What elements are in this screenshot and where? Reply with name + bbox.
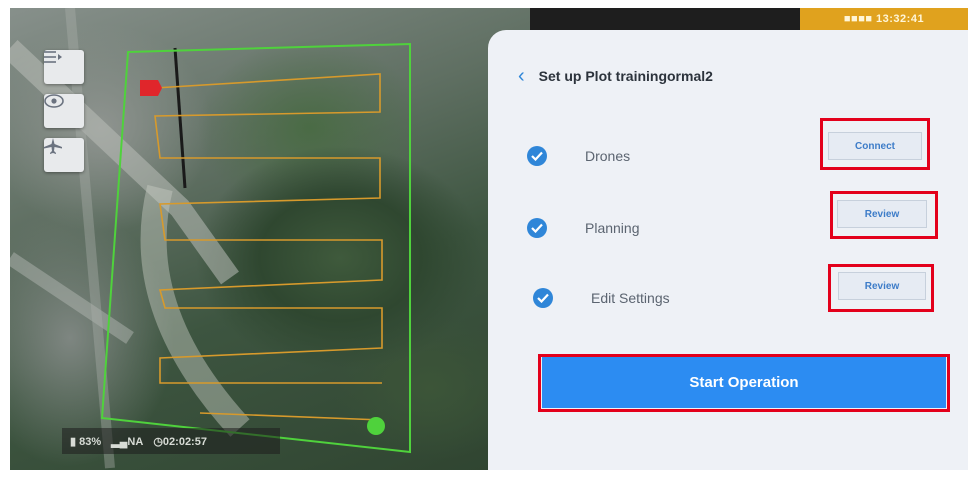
list-view-icon — [44, 51, 62, 63]
satellite-map[interactable]: ▮ 83% ▂▄NA ◷02:02:57 — [10, 8, 530, 470]
step-drones: Drones — [527, 146, 630, 166]
drone-position-marker[interactable] — [367, 417, 385, 435]
timer-value: 02:02:57 — [162, 435, 207, 448]
step-label: Edit Settings — [591, 290, 670, 306]
timer-indicator: ◷02:02:57 — [153, 435, 207, 448]
battery-value: 83% — [79, 435, 102, 448]
clock-icon: ◷ — [153, 435, 163, 448]
start-operation-button[interactable]: Start Operation — [542, 356, 946, 408]
list-view-button[interactable] — [44, 50, 84, 84]
telemetry-status-bar: ▮ 83% ▂▄NA ◷02:02:57 — [62, 428, 280, 454]
map-overlay — [10, 8, 411, 469]
back-icon[interactable]: ‹ — [518, 66, 525, 86]
system-clock: ■■■■ 13:32:41 — [800, 8, 968, 30]
signal-value: NA — [127, 435, 144, 448]
panel-header: ‹ Set up Plot trainingormal2 — [518, 66, 713, 86]
step-planning: Planning — [527, 218, 640, 238]
connect-button[interactable]: Connect — [828, 132, 922, 160]
airplane-button[interactable] — [44, 138, 84, 172]
home-marker[interactable] — [140, 80, 162, 96]
step-label: Planning — [585, 220, 640, 236]
battery-indicator: ▮ 83% — [70, 435, 101, 448]
check-icon — [533, 288, 553, 308]
pole-line — [173, 47, 187, 189]
eye-icon — [44, 94, 64, 108]
eye-button[interactable] — [44, 94, 84, 128]
check-icon — [527, 146, 547, 166]
airplane-icon — [44, 138, 62, 154]
planning-review-button[interactable]: Review — [837, 200, 927, 228]
settings-review-button[interactable]: Review — [838, 272, 926, 300]
step-label: Drones — [585, 148, 631, 164]
step-edit-settings: Edit Settings — [533, 288, 670, 308]
check-icon — [527, 218, 547, 238]
app-screen: ▮ 83% ▂▄NA ◷02:02:57 ■■■■ 13:32:41 ‹ Set… — [10, 8, 968, 470]
page-title: Set up Plot trainingormal2 — [538, 68, 713, 84]
signal-indicator: ▂▄NA — [111, 435, 143, 448]
battery-icon: ▮ — [70, 435, 77, 448]
signal-icon: ▂▄ — [111, 435, 128, 448]
